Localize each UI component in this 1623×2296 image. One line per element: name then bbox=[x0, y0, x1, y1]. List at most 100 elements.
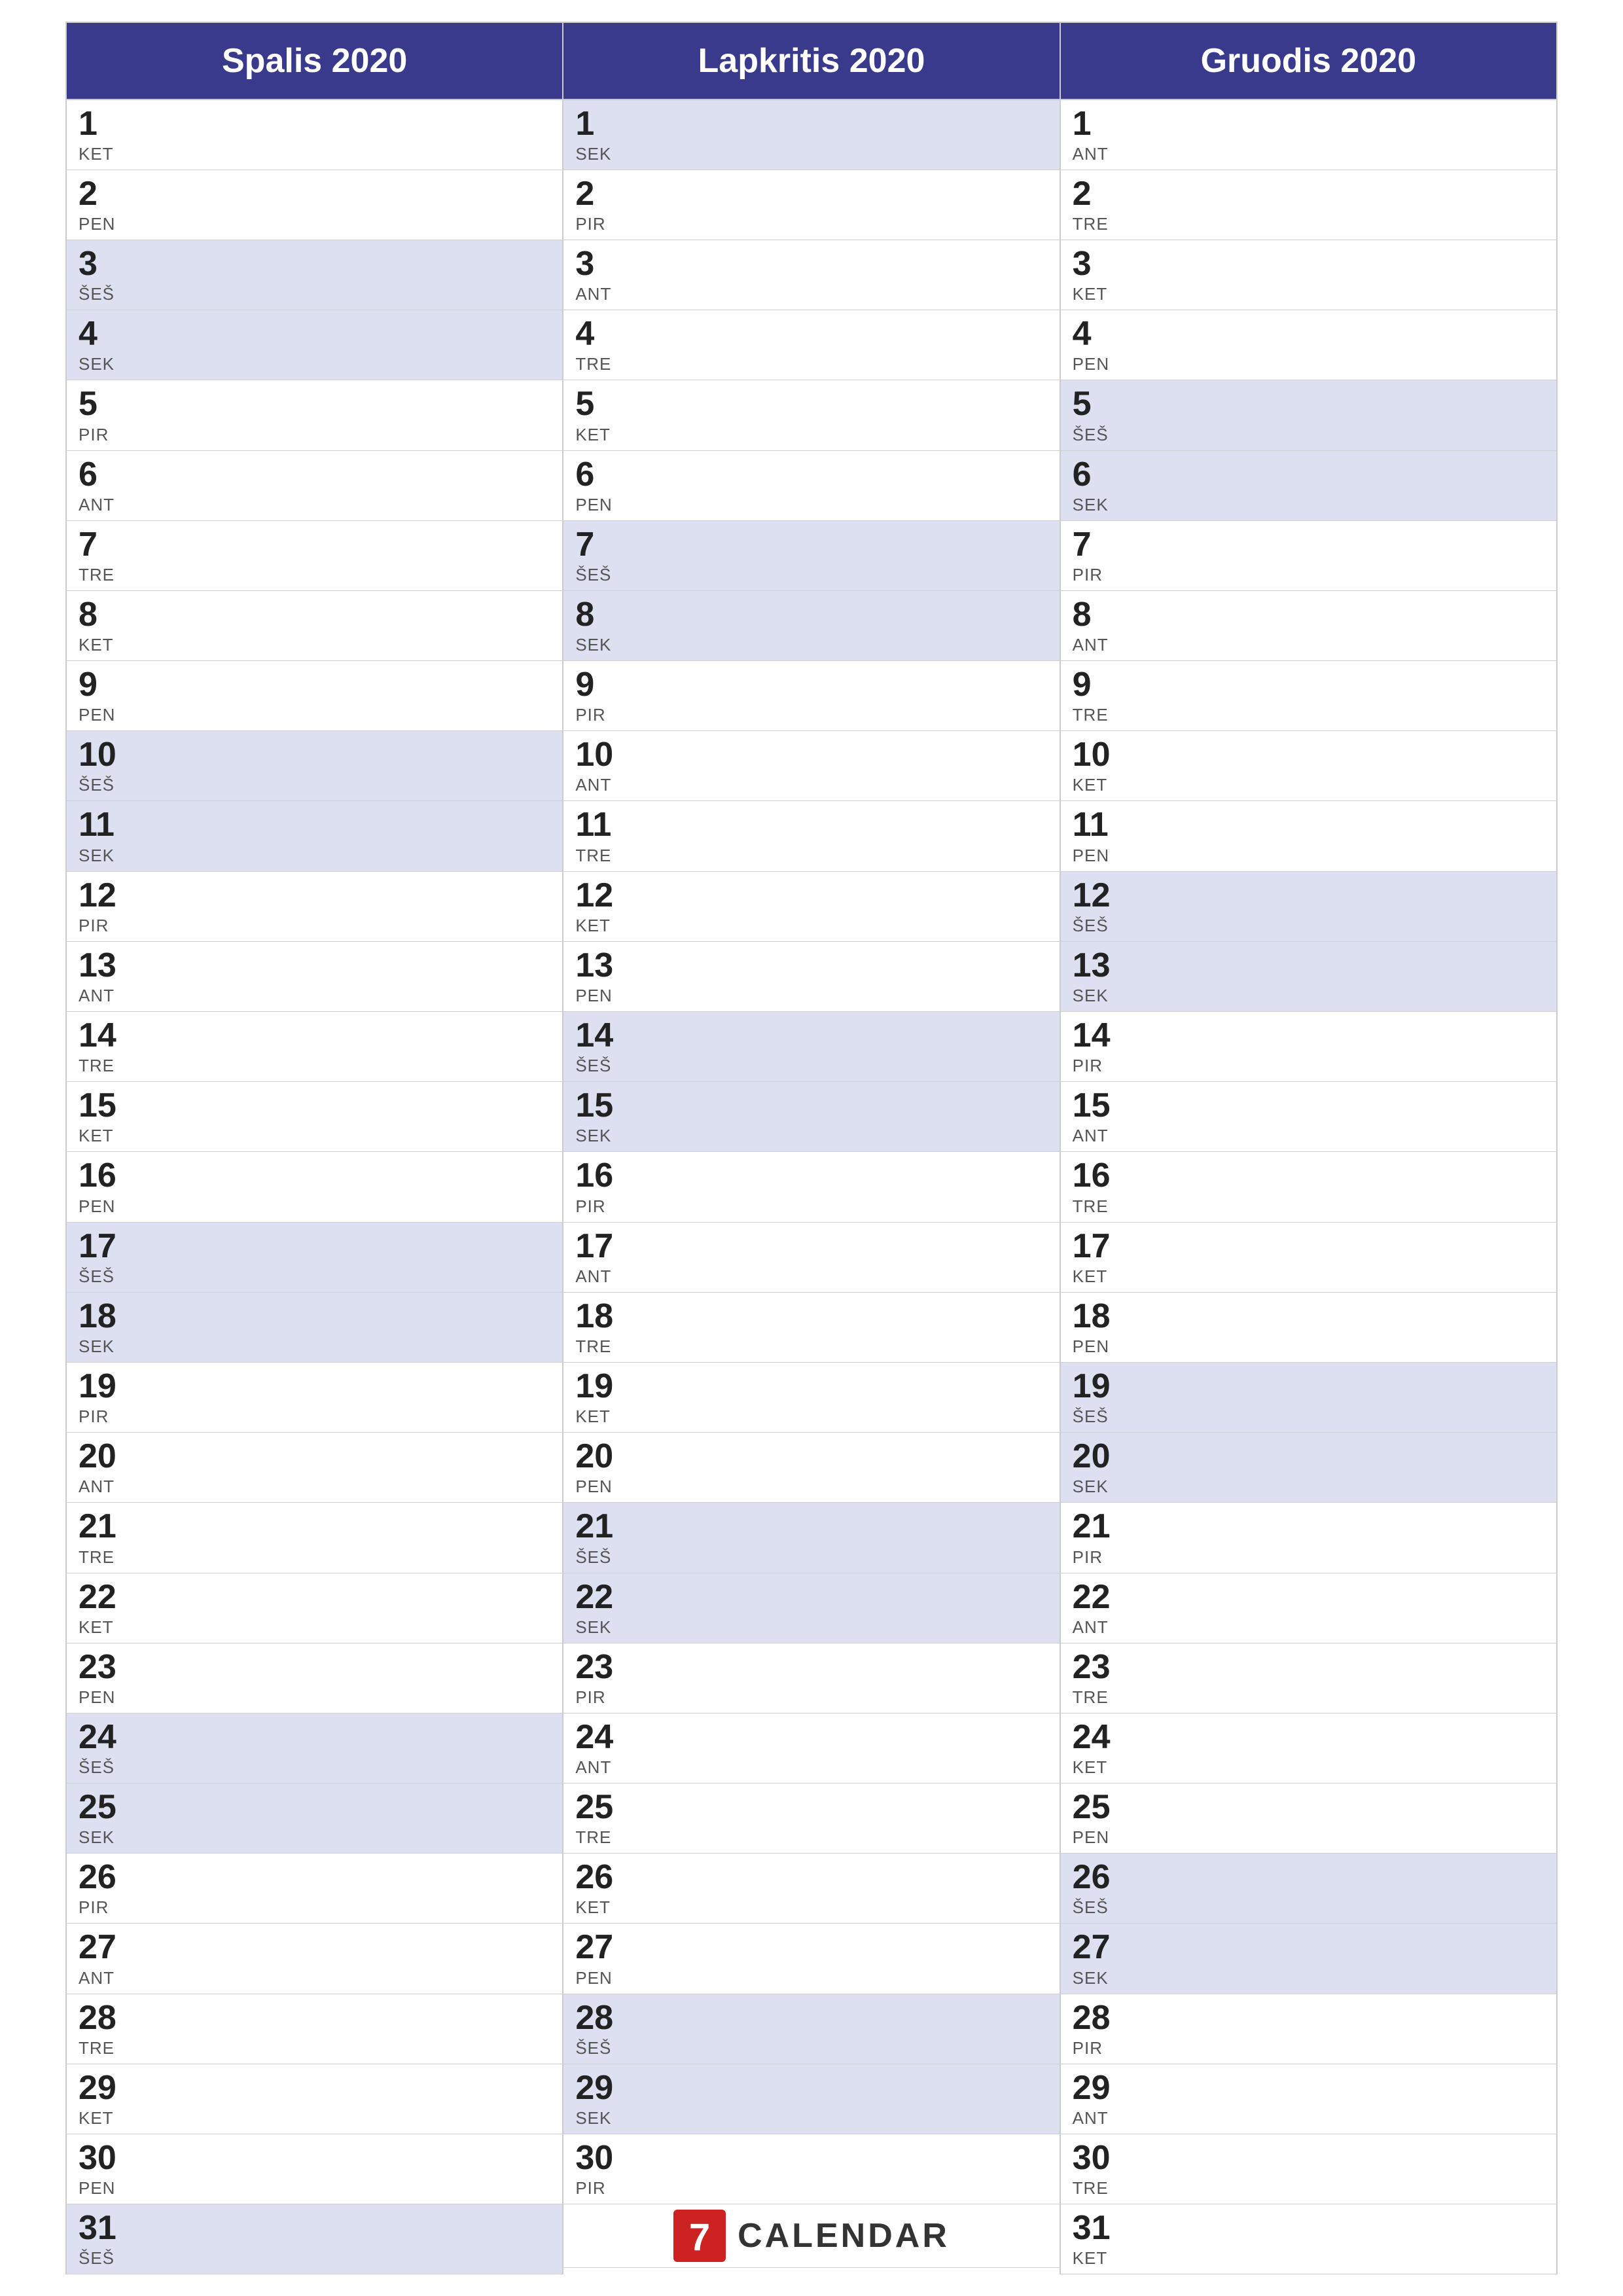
day-cell-gruodis-13: 13SEK bbox=[1061, 942, 1556, 1012]
day-cell-lapkritis-5: 5KET bbox=[563, 380, 1059, 450]
day-cell-lapkritis-18: 18TRE bbox=[563, 1293, 1059, 1363]
day-name-gruodis-12: ŠEŠ bbox=[1073, 916, 1544, 936]
day-number-lapkritis-2: 2 bbox=[575, 175, 1047, 213]
day-cell-gruodis-26: 26ŠEŠ bbox=[1061, 1854, 1556, 1924]
day-cell-gruodis-11: 11PEN bbox=[1061, 801, 1556, 871]
day-name-lapkritis-17: ANT bbox=[575, 1266, 1047, 1287]
day-cell-spalis-21: 21TRE bbox=[67, 1503, 562, 1573]
day-name-lapkritis-15: SEK bbox=[575, 1126, 1047, 1146]
day-number-gruodis-11: 11 bbox=[1073, 806, 1544, 844]
day-number-lapkritis-18: 18 bbox=[575, 1298, 1047, 1335]
day-name-lapkritis-13: PEN bbox=[575, 986, 1047, 1006]
day-name-lapkritis-20: PEN bbox=[575, 1477, 1047, 1497]
day-number-gruodis-20: 20 bbox=[1073, 1438, 1544, 1475]
day-number-gruodis-9: 9 bbox=[1073, 666, 1544, 704]
day-number-gruodis-29: 29 bbox=[1073, 2070, 1544, 2107]
day-number-gruodis-27: 27 bbox=[1073, 1929, 1544, 1966]
day-cell-lapkritis-15: 15SEK bbox=[563, 1082, 1059, 1152]
day-number-gruodis-24: 24 bbox=[1073, 1719, 1544, 1756]
day-name-lapkritis-16: PIR bbox=[575, 1196, 1047, 1217]
day-name-lapkritis-19: KET bbox=[575, 1407, 1047, 1427]
day-cell-lapkritis-20: 20PEN bbox=[563, 1433, 1059, 1503]
day-name-gruodis-11: PEN bbox=[1073, 846, 1544, 866]
day-cell-spalis-12: 12PIR bbox=[67, 872, 562, 942]
day-cell-gruodis-7: 7PIR bbox=[1061, 521, 1556, 591]
day-name-gruodis-6: SEK bbox=[1073, 495, 1544, 515]
day-number-gruodis-30: 30 bbox=[1073, 2140, 1544, 2177]
day-number-gruodis-10: 10 bbox=[1073, 736, 1544, 774]
day-cell-lapkritis-13: 13PEN bbox=[563, 942, 1059, 1012]
day-name-lapkritis-26: KET bbox=[575, 1897, 1047, 1918]
day-name-spalis-5: PIR bbox=[79, 425, 550, 445]
day-name-spalis-22: KET bbox=[79, 1617, 550, 1638]
day-name-spalis-1: KET bbox=[79, 144, 550, 164]
day-number-spalis-8: 8 bbox=[79, 596, 550, 634]
day-number-lapkritis-8: 8 bbox=[575, 596, 1047, 634]
day-number-spalis-4: 4 bbox=[79, 315, 550, 353]
day-cell-gruodis-2: 2TRE bbox=[1061, 170, 1556, 240]
day-cell-gruodis-24: 24KET bbox=[1061, 1713, 1556, 1784]
day-number-lapkritis-4: 4 bbox=[575, 315, 1047, 353]
day-name-spalis-3: ŠEŠ bbox=[79, 284, 550, 304]
day-column-gruodis: 1ANT2TRE3KET4PEN5ŠEŠ6SEK7PIR8ANT9TRE10KE… bbox=[1061, 100, 1558, 2275]
day-name-lapkritis-23: PIR bbox=[575, 1687, 1047, 1708]
day-cell-spalis-6: 6ANT bbox=[67, 451, 562, 521]
day-number-spalis-9: 9 bbox=[79, 666, 550, 704]
day-cell-spalis-7: 7TRE bbox=[67, 521, 562, 591]
day-name-spalis-10: ŠEŠ bbox=[79, 775, 550, 795]
day-number-spalis-15: 15 bbox=[79, 1087, 550, 1124]
day-cell-spalis-17: 17ŠEŠ bbox=[67, 1223, 562, 1293]
day-name-spalis-19: PIR bbox=[79, 1407, 550, 1427]
day-cell-spalis-25: 25SEK bbox=[67, 1784, 562, 1854]
day-number-lapkritis-28: 28 bbox=[575, 2000, 1047, 2037]
day-name-gruodis-31: KET bbox=[1073, 2248, 1544, 2269]
day-name-gruodis-5: ŠEŠ bbox=[1073, 425, 1544, 445]
day-number-spalis-21: 21 bbox=[79, 1508, 550, 1545]
day-name-lapkritis-11: TRE bbox=[575, 846, 1047, 866]
day-cell-lapkritis-11: 11TRE bbox=[563, 801, 1059, 871]
month-title-lapkritis: Lapkritis 2020 bbox=[698, 42, 925, 80]
day-name-lapkritis-27: PEN bbox=[575, 1968, 1047, 1988]
day-number-spalis-24: 24 bbox=[79, 1719, 550, 1756]
day-cell-lapkritis-22: 22SEK bbox=[563, 1573, 1059, 1643]
day-name-gruodis-2: TRE bbox=[1073, 214, 1544, 234]
day-name-spalis-8: KET bbox=[79, 635, 550, 655]
month-title-spalis: Spalis 2020 bbox=[222, 42, 407, 80]
day-number-spalis-3: 3 bbox=[79, 245, 550, 283]
day-cell-lapkritis-28: 28ŠEŠ bbox=[563, 1994, 1059, 2064]
day-number-gruodis-16: 16 bbox=[1073, 1157, 1544, 1194]
day-name-lapkritis-7: ŠEŠ bbox=[575, 565, 1047, 585]
day-name-spalis-25: SEK bbox=[79, 1827, 550, 1848]
day-name-gruodis-9: TRE bbox=[1073, 705, 1544, 725]
day-cell-lapkritis-19: 19KET bbox=[563, 1363, 1059, 1433]
day-cell-spalis-15: 15KET bbox=[67, 1082, 562, 1152]
day-name-lapkritis-12: KET bbox=[575, 916, 1047, 936]
day-cell-lapkritis-29: 29SEK bbox=[563, 2064, 1059, 2134]
day-number-spalis-26: 26 bbox=[79, 1859, 550, 1896]
day-cell-gruodis-20: 20SEK bbox=[1061, 1433, 1556, 1503]
day-number-spalis-17: 17 bbox=[79, 1228, 550, 1265]
calendar-page: Spalis 2020 Lapkritis 2020 Gruodis 2020 … bbox=[65, 22, 1558, 2275]
day-cell-gruodis-15: 15ANT bbox=[1061, 1082, 1556, 1152]
day-cell-gruodis-12: 12ŠEŠ bbox=[1061, 872, 1556, 942]
day-cell-spalis-31: 31ŠEŠ bbox=[67, 2204, 562, 2274]
day-cell-gruodis-28: 28PIR bbox=[1061, 1994, 1556, 2064]
day-cell-empty-lapkritis-30: 7CALENDAR bbox=[563, 2204, 1059, 2268]
day-name-spalis-16: PEN bbox=[79, 1196, 550, 1217]
day-name-spalis-30: PEN bbox=[79, 2178, 550, 2198]
day-cell-lapkritis-14: 14ŠEŠ bbox=[563, 1012, 1059, 1082]
day-name-spalis-24: ŠEŠ bbox=[79, 1757, 550, 1778]
day-number-gruodis-21: 21 bbox=[1073, 1508, 1544, 1545]
day-number-lapkritis-16: 16 bbox=[575, 1157, 1047, 1194]
day-number-lapkritis-14: 14 bbox=[575, 1017, 1047, 1054]
day-name-spalis-29: KET bbox=[79, 2108, 550, 2128]
day-name-spalis-13: ANT bbox=[79, 986, 550, 1006]
day-name-lapkritis-29: SEK bbox=[575, 2108, 1047, 2128]
day-number-lapkritis-13: 13 bbox=[575, 947, 1047, 984]
day-cell-lapkritis-26: 26KET bbox=[563, 1854, 1059, 1924]
day-number-spalis-10: 10 bbox=[79, 736, 550, 774]
day-name-spalis-4: SEK bbox=[79, 354, 550, 374]
day-number-spalis-31: 31 bbox=[79, 2210, 550, 2247]
day-name-gruodis-19: ŠEŠ bbox=[1073, 1407, 1544, 1427]
day-cell-spalis-2: 2PEN bbox=[67, 170, 562, 240]
